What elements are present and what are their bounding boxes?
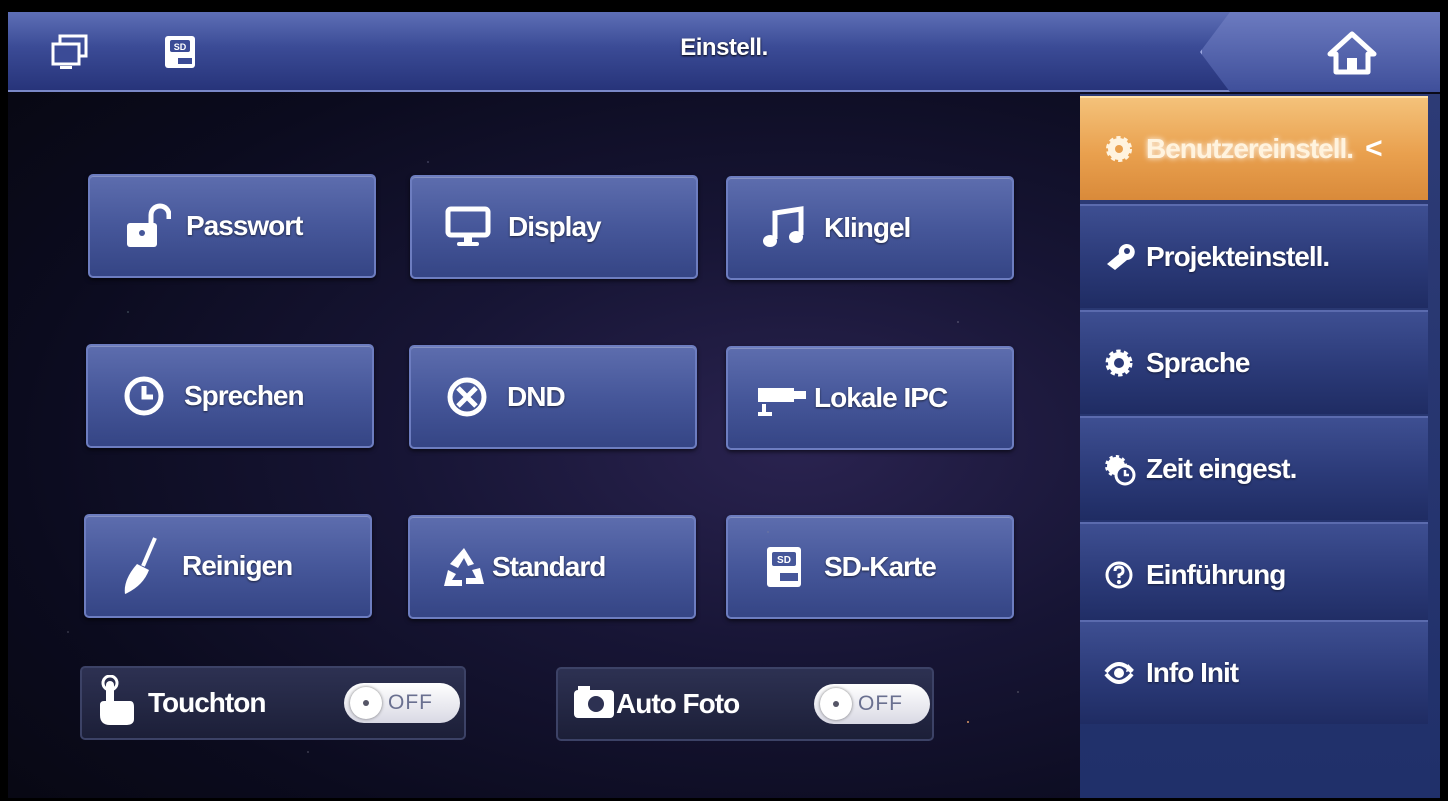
recycle-icon <box>438 543 490 591</box>
touchton-label: Touchton <box>148 687 266 718</box>
touch-hand-icon <box>96 674 136 732</box>
music-note-icon <box>758 204 810 252</box>
grid-label: Display <box>508 211 602 242</box>
sidebar-item-label: Zeit eingest. <box>1146 453 1297 484</box>
reinigen-button[interactable]: Reinigen <box>84 514 372 618</box>
touchton-toggle[interactable]: OFF <box>344 683 460 723</box>
gear-clock-icon <box>1102 452 1136 486</box>
sd-card-icon: SD <box>758 543 810 591</box>
passwort-button[interactable]: Passwort <box>88 174 376 278</box>
page-title: Einstell. <box>680 34 768 61</box>
sidebar-item-benutzereinstell[interactable]: Benutzereinstell. < <box>1080 96 1428 200</box>
sidebar-item-zeit-eingest[interactable]: Zeit eingest. <box>1080 416 1428 520</box>
sd-card-icon[interactable]: SD <box>160 32 200 72</box>
klingel-button[interactable]: Klingel <box>726 176 1014 280</box>
toggle-state: OFF <box>388 691 433 714</box>
sidebar-item-label: Benutzereinstell. <box>1146 133 1354 164</box>
monitor-icon <box>442 203 494 251</box>
sidebar-item-label: Projekteinstell. <box>1146 241 1330 272</box>
screen: SD Einstell. Passwort Display Klingel Sp… <box>8 12 1440 798</box>
sidebar-item-label: Info Init <box>1146 657 1239 688</box>
grid-label: Klingel <box>824 212 911 243</box>
auto-foto-toggle[interactable]: OFF <box>814 684 930 724</box>
sidebar-item-label: Sprache <box>1146 347 1250 378</box>
wrench-icon <box>1102 240 1136 274</box>
broom-icon <box>116 537 168 594</box>
sidebar-item-sprache[interactable]: Sprache <box>1080 310 1428 414</box>
sidebar-item-einfuehrung[interactable]: Einführung <box>1080 522 1428 626</box>
top-bar: SD Einstell. <box>8 12 1440 92</box>
home-button[interactable] <box>1200 12 1440 92</box>
toggle-state: OFF <box>858 692 903 715</box>
clock-icon <box>118 372 170 420</box>
toggle-knob <box>350 687 382 719</box>
reset-icon <box>1102 656 1136 690</box>
grid-label: SD-Karte <box>824 551 937 582</box>
sd-karte-button[interactable]: SD SD-Karte <box>726 515 1014 619</box>
standard-button[interactable]: Standard <box>408 515 696 619</box>
sprechen-button[interactable]: Sprechen <box>86 344 374 448</box>
touchton-row: Touchton OFF <box>80 666 466 740</box>
gear-icon <box>1102 132 1136 166</box>
grid-label: Standard <box>492 551 606 582</box>
home-icon <box>1327 31 1377 75</box>
display-button[interactable]: Display <box>410 175 698 279</box>
chevron-left-icon: < <box>1365 132 1383 165</box>
dnd-button[interactable]: DND <box>409 345 697 449</box>
grid-label: DND <box>507 381 566 412</box>
grid-label: Sprechen <box>184 380 305 411</box>
sidebar-item-info-init[interactable]: Info Init <box>1080 620 1428 724</box>
svg-text:SD: SD <box>777 555 791 566</box>
sidebar-item-label: Einführung <box>1146 559 1286 590</box>
do-not-disturb-icon <box>441 373 493 421</box>
photo-camera-icon <box>572 684 616 725</box>
help-icon <box>1102 558 1136 592</box>
camera-icon <box>756 374 808 422</box>
toggle-knob <box>820 688 852 720</box>
unlock-icon <box>120 202 172 250</box>
sidebar: Benutzereinstell. < Projekteinstell. Spr… <box>1080 94 1440 798</box>
auto-foto-row: Auto Foto OFF <box>556 667 934 741</box>
sidebar-item-projekteinstell[interactable]: Projekteinstell. <box>1080 204 1428 308</box>
grid-label: Lokale IPC <box>814 382 948 413</box>
gear-icon <box>1102 346 1136 380</box>
auto-foto-label: Auto Foto <box>616 688 740 719</box>
grid-label: Reinigen <box>182 550 293 581</box>
svg-text:SD: SD <box>174 42 187 52</box>
monitor-icon[interactable] <box>50 32 90 72</box>
lokale-ipc-button[interactable]: Lokale IPC <box>726 346 1014 450</box>
grid-label: Passwort <box>186 210 303 241</box>
